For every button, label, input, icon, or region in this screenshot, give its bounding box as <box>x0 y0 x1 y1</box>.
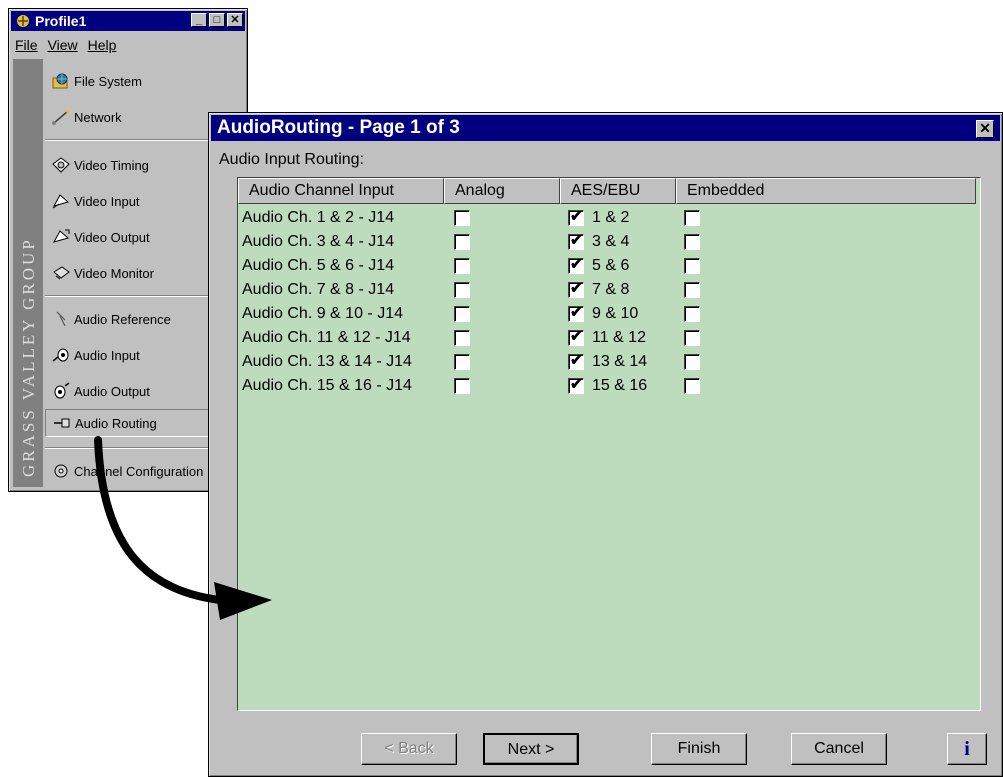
profile-titlebar[interactable]: Profile1 _ □ ✕ <box>11 11 245 31</box>
menu-file[interactable]: File <box>15 35 38 55</box>
analog-checkbox[interactable] <box>454 258 470 274</box>
video-input-icon <box>52 194 70 209</box>
aes-ebu-label: 5 & 6 <box>592 257 630 274</box>
analog-checkbox[interactable] <box>454 234 470 250</box>
info-icon: i <box>964 738 970 760</box>
routing-list[interactable]: Audio Channel Input Analog AES/EBU Embed… <box>237 177 981 711</box>
analog-checkbox[interactable] <box>454 210 470 226</box>
analog-checkbox[interactable] <box>454 330 470 346</box>
channel-label: Audio Ch. 13 & 14 - J14 <box>242 353 412 370</box>
aes-ebu-checkbox[interactable]: ✔ <box>568 304 584 322</box>
video-monitor-icon <box>53 266 70 280</box>
dialog-title: AudioRouting - Page 1 of 3 <box>217 117 460 138</box>
aes-ebu-checkbox[interactable]: ✔ <box>568 280 584 298</box>
brand-sidebar: GRASS VALLEY GROUP <box>13 59 43 487</box>
aes-ebu-checkbox[interactable]: ✔ <box>568 232 584 250</box>
dialog-titlebar[interactable]: AudioRouting - Page 1 of 3 ✕ <box>211 115 1000 141</box>
audio-routing-dialog: AudioRouting - Page 1 of 3 ✕ Audio Input… <box>208 112 1003 777</box>
back-button[interactable]: < Back <box>361 733 457 765</box>
checkmark-icon: ✔ <box>570 208 583 225</box>
menu-view[interactable]: View <box>48 35 78 55</box>
aes-ebu-checkbox[interactable]: ✔ <box>568 256 584 274</box>
checkmark-icon: ✔ <box>570 304 583 321</box>
aes-ebu-label: 13 & 14 <box>592 353 648 370</box>
aes-ebu-label: 7 & 8 <box>592 281 630 298</box>
checkmark-icon: ✔ <box>570 280 583 297</box>
group-label: Audio Input Routing: <box>219 151 364 168</box>
column-header-channel[interactable]: Audio Channel Input <box>238 178 444 204</box>
aes-ebu-label: 9 & 10 <box>592 305 639 322</box>
globe-folder-icon <box>52 73 68 89</box>
maximize-button[interactable]: □ <box>209 13 225 27</box>
profile-menubar: File View Help <box>11 35 116 55</box>
channel-label: Audio Ch. 5 & 6 - J14 <box>242 257 395 274</box>
channel-label: Audio Ch. 7 & 8 - J14 <box>242 281 395 298</box>
audio-reference-icon <box>56 311 66 327</box>
cancel-button[interactable]: Cancel <box>791 733 887 765</box>
aes-ebu-label: 1 & 2 <box>592 209 630 226</box>
embedded-checkbox[interactable] <box>684 354 700 370</box>
audio-output-icon <box>54 382 70 399</box>
column-header-analog[interactable]: Analog <box>444 178 560 204</box>
profile-app-icon <box>17 15 29 27</box>
column-header-embedded[interactable]: Embedded <box>676 178 976 204</box>
channel-label: Audio Ch. 1 & 2 - J14 <box>242 209 395 226</box>
aes-ebu-checkbox[interactable]: ✔ <box>568 376 584 394</box>
channel-label: Audio Ch. 15 & 16 - J14 <box>242 377 412 394</box>
menu-help[interactable]: Help <box>88 35 117 55</box>
checkmark-icon: ✔ <box>570 328 583 345</box>
aes-ebu-checkbox[interactable]: ✔ <box>568 352 584 370</box>
network-icon <box>52 109 70 125</box>
aes-ebu-label: 15 & 16 <box>592 377 648 394</box>
brand-text: GRASS VALLEY GROUP <box>19 237 38 477</box>
audio-input-icon <box>52 348 69 362</box>
analog-checkbox[interactable] <box>454 378 470 394</box>
analog-checkbox[interactable] <box>454 354 470 370</box>
nav-item-file-system[interactable]: File System <box>45 67 243 95</box>
aes-ebu-checkbox[interactable]: ✔ <box>568 328 584 346</box>
dialog-close-button[interactable]: ✕ <box>976 120 994 138</box>
finish-button[interactable]: Finish <box>651 733 747 765</box>
checkmark-icon: ✔ <box>570 376 583 393</box>
embedded-checkbox[interactable] <box>684 234 700 250</box>
video-timing-icon <box>52 157 70 173</box>
profile-title: Profile1 <box>35 13 87 29</box>
checkmark-icon: ✔ <box>570 256 583 273</box>
minimize-button[interactable]: _ <box>191 13 207 27</box>
next-button[interactable]: Next > <box>483 733 579 765</box>
embedded-checkbox[interactable] <box>684 330 700 346</box>
analog-checkbox[interactable] <box>454 306 470 322</box>
embedded-checkbox[interactable] <box>684 282 700 298</box>
channel-label: Audio Ch. 9 & 10 - J14 <box>242 305 403 322</box>
channel-label: Audio Ch. 3 & 4 - J14 <box>242 233 395 250</box>
video-output-icon <box>52 229 70 243</box>
embedded-checkbox[interactable] <box>684 378 700 394</box>
checkmark-icon: ✔ <box>570 352 583 369</box>
channel-configuration-icon <box>54 464 68 478</box>
aes-ebu-checkbox[interactable]: ✔ <box>568 208 584 226</box>
checkmark-icon: ✔ <box>570 232 583 249</box>
channel-label: Audio Ch. 11 & 12 - J14 <box>242 329 411 346</box>
info-button[interactable]: i <box>947 733 987 765</box>
column-header-aes-ebu[interactable]: AES/EBU <box>560 178 676 204</box>
embedded-checkbox[interactable] <box>684 258 700 274</box>
analog-checkbox[interactable] <box>454 282 470 298</box>
aes-ebu-label: 3 & 4 <box>592 233 630 250</box>
profile-close-button[interactable]: ✕ <box>227 13 243 27</box>
audio-routing-icon <box>54 418 70 428</box>
embedded-checkbox[interactable] <box>684 306 700 322</box>
aes-ebu-label: 11 & 12 <box>592 329 646 346</box>
embedded-checkbox[interactable] <box>684 210 700 226</box>
